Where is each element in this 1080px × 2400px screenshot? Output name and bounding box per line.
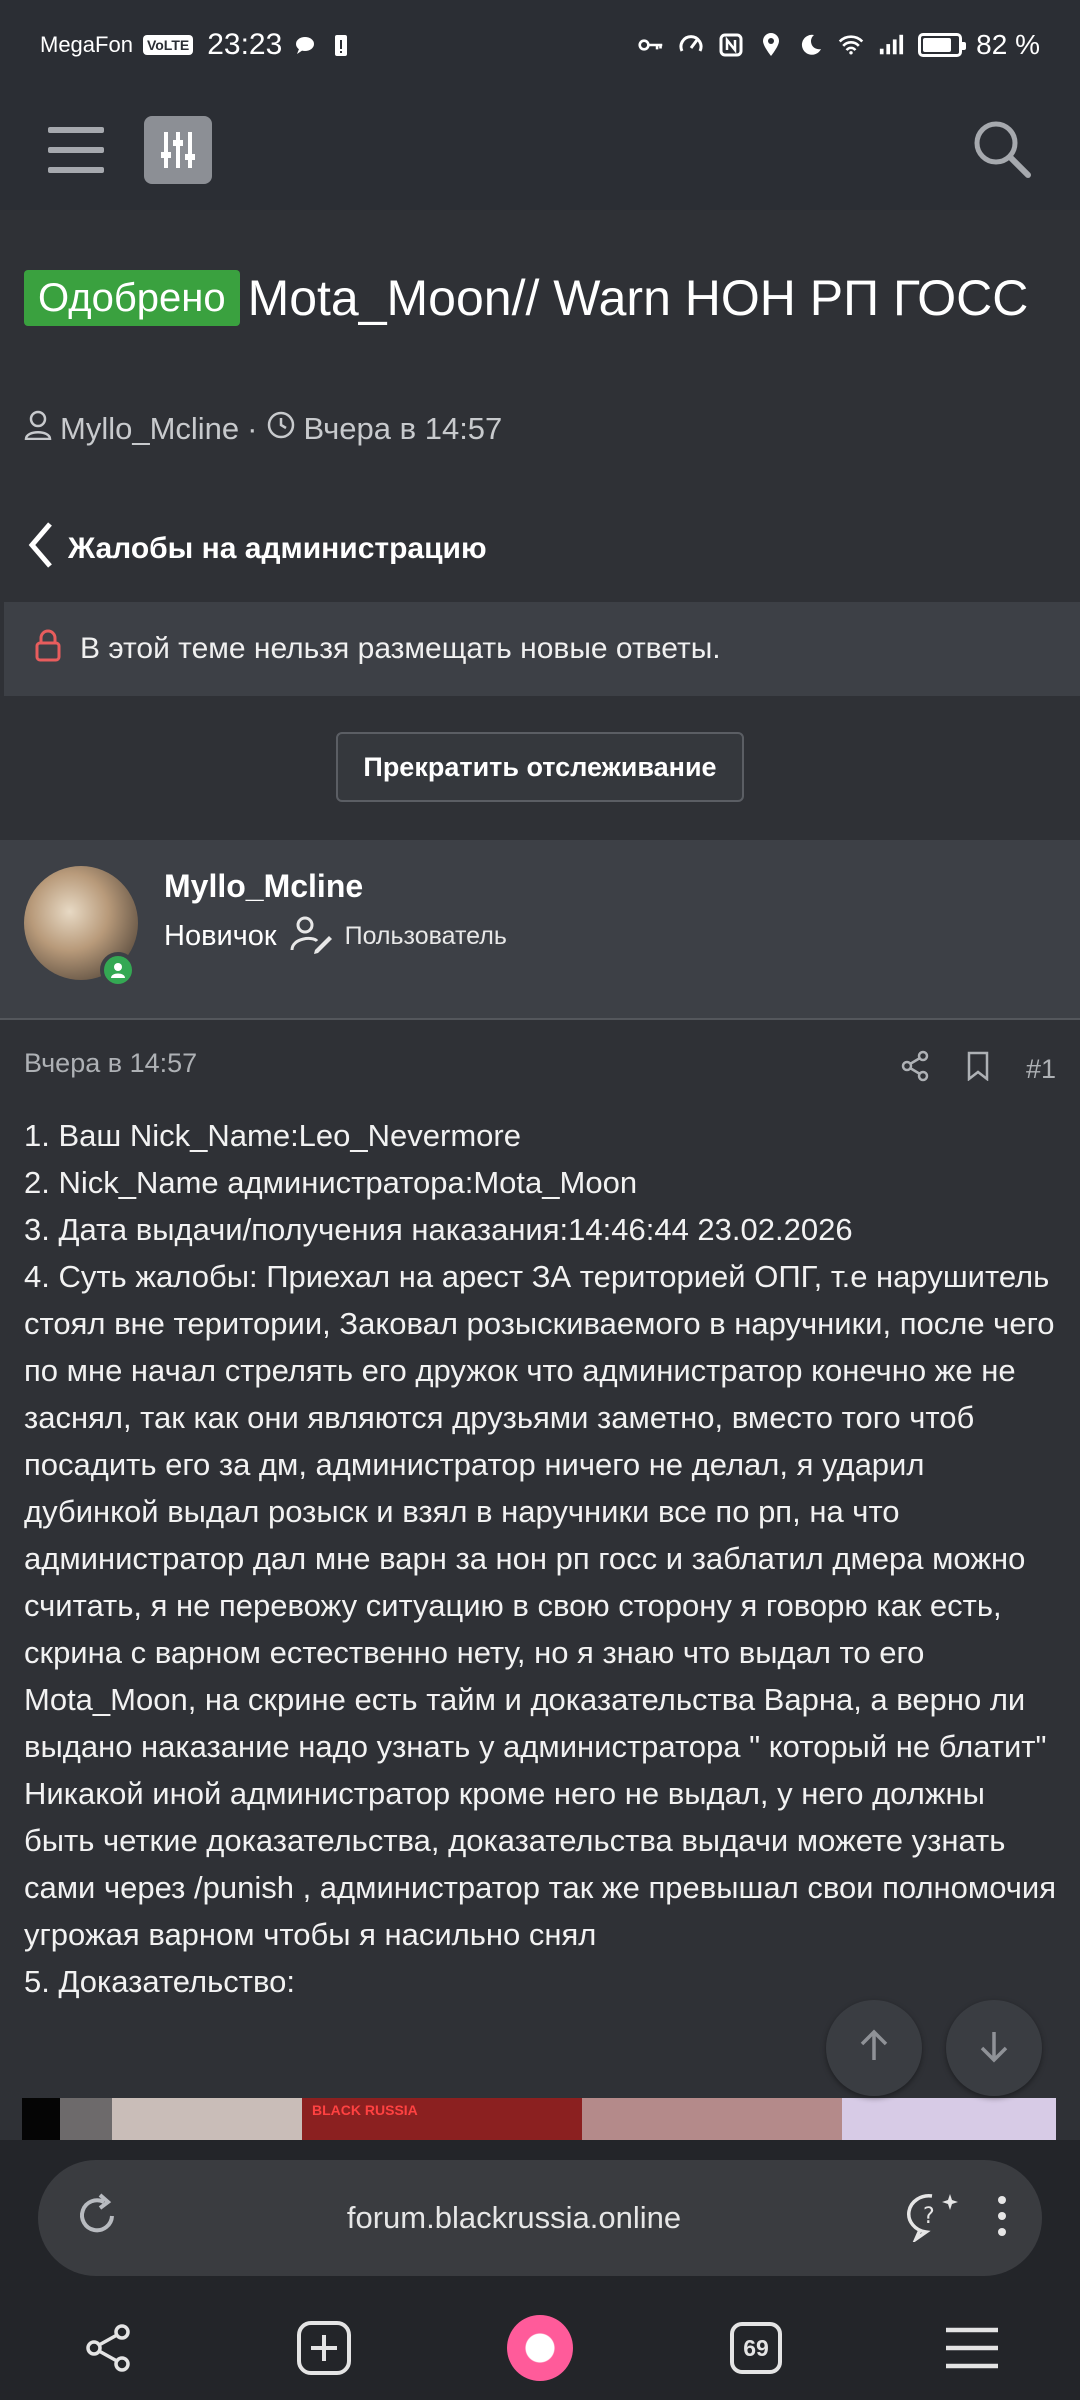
post-line-complaint: 4. Суть жалобы: Приехал на арест ЗА тери…: [24, 1259, 1057, 1952]
thread-author[interactable]: Myllo_Mcline: [60, 411, 239, 447]
user-edit-icon: [289, 914, 333, 959]
volte-badge: VoLTE: [142, 35, 194, 55]
user-rank: Новичок: [164, 920, 277, 952]
post-content: 1. Ваш Nick_Name:Leo_Nevermore 2. Nick_N…: [24, 1112, 1060, 2005]
post-user-block: Myllo_Mcline Новичок Пользователь: [0, 840, 1080, 1020]
assistant-chat-icon[interactable]: ?: [906, 2190, 962, 2247]
clock-icon: [266, 410, 296, 448]
thread-title: Одобрено Mota_Moon// Warn НОН РП ГОСС: [24, 262, 1044, 334]
post-date[interactable]: Вчера в 14:57: [24, 1048, 197, 1079]
user-role-row: Новичок Пользователь: [164, 914, 507, 959]
arrow-up-icon: [856, 2028, 892, 2069]
moon-icon: [798, 32, 824, 58]
thread-title-text: Mota_Moon// Warn НОН РП ГОСС: [247, 270, 1029, 326]
thread-meta: Myllo_Mcline · Вчера в 14:57: [24, 410, 502, 448]
browser-nav: 69: [0, 2296, 1080, 2400]
locked-notice-text: В этой теме нельзя размещать новые ответ…: [80, 632, 721, 665]
share-icon[interactable]: [900, 1050, 930, 1089]
screen: MegaFon VoLTE 23:23 82 % Одобрено Mota_M…: [0, 0, 1080, 2400]
more-vert-icon[interactable]: [996, 2194, 1008, 2243]
share-icon: [86, 2324, 130, 2372]
carrier-label: MegaFon: [40, 32, 133, 57]
post-number[interactable]: #1: [1026, 1054, 1056, 1085]
nav-tabs-button[interactable]: 69: [701, 2303, 811, 2393]
approved-badge: Одобрено: [24, 270, 240, 326]
browser-bar: forum.blackrussia.online ? 69: [0, 2140, 1080, 2400]
post: Вчера в 14:57 #1 1. Ваш Nick_Name:Leo_Ne…: [0, 1020, 1080, 2158]
post-actions: #1: [900, 1050, 1056, 1089]
bookmark-icon[interactable]: [966, 1051, 990, 1088]
nav-menu-button[interactable]: [917, 2303, 1027, 2393]
new-tab-icon: [297, 2321, 351, 2375]
nfc-icon: [718, 32, 744, 58]
forum-header: [0, 90, 1080, 210]
post-username[interactable]: Myllo_Mcline: [164, 868, 363, 905]
nav-new-tab-button[interactable]: [269, 2303, 379, 2393]
online-status-icon: [100, 952, 136, 988]
post-line-nickname: 1. Ваш Nick_Name:Leo_Nevermore: [24, 1118, 521, 1153]
user-group: Пользователь: [344, 922, 507, 950]
breadcrumb-label: Жалобы на администрацию: [68, 532, 487, 565]
address-bar[interactable]: forum.blackrussia.online ?: [38, 2160, 1042, 2276]
scroll-up-button[interactable]: [826, 2000, 922, 2096]
hamburger-menu-icon[interactable]: [48, 127, 104, 173]
arrow-down-icon: [976, 2028, 1012, 2069]
filter-sliders-icon[interactable]: [144, 116, 212, 184]
battery-alert-icon: [328, 32, 354, 58]
battery-fill: [923, 38, 952, 52]
thread-date[interactable]: Вчера в 14:57: [304, 411, 503, 447]
tabs-count: 69: [730, 2322, 782, 2374]
thread-header: Одобрено Mota_Moon// Warn НОН РП ГОСС Myl…: [0, 210, 1080, 840]
status-bar: MegaFon VoLTE 23:23 82 %: [0, 0, 1080, 90]
alice-assistant-icon: [507, 2315, 573, 2381]
svg-text:?: ?: [923, 2204, 935, 2229]
lock-icon: [34, 628, 62, 670]
unwatch-button[interactable]: Прекратить отслеживание: [336, 732, 744, 802]
url-text[interactable]: forum.blackrussia.online: [122, 2200, 906, 2236]
signal-icon: [878, 32, 904, 58]
wifi-icon: [838, 32, 864, 58]
scroll-down-button[interactable]: [946, 2000, 1042, 2096]
battery-percent: 82 %: [976, 29, 1040, 60]
location-icon: [758, 32, 784, 58]
meta-separator: ·: [247, 411, 258, 446]
clock: 23:23: [207, 28, 283, 61]
breadcrumb-back-link[interactable]: Жалобы на администрацию: [26, 520, 487, 578]
locked-notice: В этой теме нельзя размещать новые ответ…: [4, 602, 1080, 696]
nav-share-button[interactable]: [53, 2303, 163, 2393]
post-line-evidence: 5. Доказательство:: [24, 1964, 295, 1999]
key-icon: [638, 32, 664, 58]
nav-assistant-button[interactable]: [485, 2303, 595, 2393]
post-line-date: 3. Дата выдачи/получения наказания:14:46…: [24, 1212, 853, 1247]
battery-icon: [918, 33, 967, 57]
chevron-left-icon: [26, 520, 54, 578]
speedometer-icon: [678, 32, 704, 58]
post-line-admin-nickname: 2. Nick_Name администратора:Mota_Moon: [24, 1165, 638, 1200]
reload-icon[interactable]: [72, 2191, 122, 2246]
message-icon: [292, 32, 318, 58]
user-icon: [24, 410, 52, 448]
menu-icon: [946, 2327, 998, 2369]
search-icon[interactable]: [970, 117, 1032, 184]
